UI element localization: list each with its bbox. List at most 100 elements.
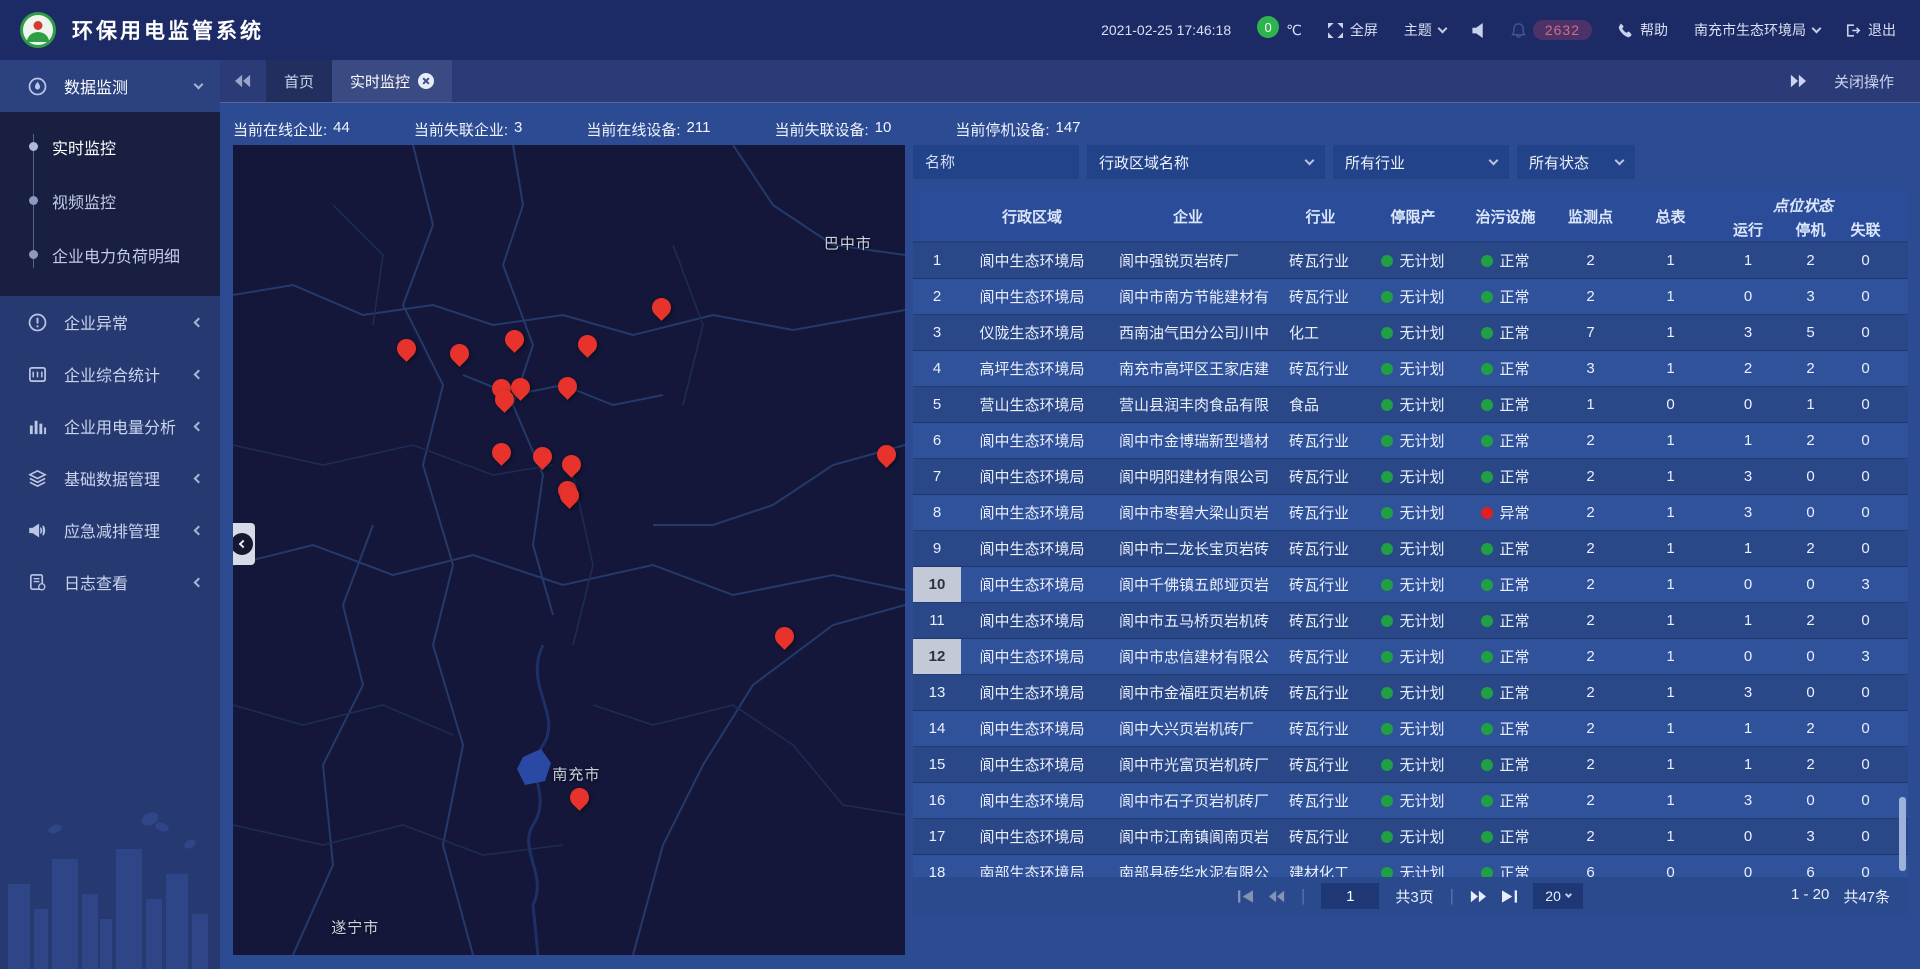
tab-home[interactable]: 首页 xyxy=(266,60,332,102)
logout-button[interactable]: 退出 xyxy=(1846,20,1896,40)
status-dot-green xyxy=(1381,363,1393,375)
facility-status-dot xyxy=(1481,255,1493,267)
sidebar-item-power-load-detail[interactable]: 企业电力负荷明细 xyxy=(0,228,220,282)
cell-stopped: 0 xyxy=(1783,639,1838,674)
status-dot-green xyxy=(1381,651,1393,663)
cell-stopped: 1 xyxy=(1783,387,1838,422)
table-row[interactable]: 3 仪陇生态环境局 西南油气田分公司川中 化工 无计划 正常 7 xyxy=(913,315,1908,351)
table-row[interactable]: 16 阆中生态环境局 阆中市石子页岩机砖厂 砖瓦行业 无计划 正常 2 xyxy=(913,783,1908,819)
last-page-button[interactable] xyxy=(1502,890,1517,903)
cell-disconnected: 0 xyxy=(1838,711,1893,746)
first-page-button[interactable] xyxy=(1238,890,1253,903)
map-pin[interactable] xyxy=(558,377,578,397)
map-pin[interactable] xyxy=(570,788,590,808)
sidebar-group-basic-data[interactable]: 基础数据管理 xyxy=(0,452,220,504)
map-panel[interactable]: 巴中市南充市遂宁市 xyxy=(233,145,905,955)
map-pin[interactable] xyxy=(562,455,582,475)
sidebar-item-video-monitoring[interactable]: 视频监控 xyxy=(0,174,220,228)
cell-stopped: 3 xyxy=(1783,819,1838,854)
table-row[interactable]: 9 阆中生态环境局 阆中市二龙长宝页岩砖 砖瓦行业 无计划 正常 2 xyxy=(913,531,1908,567)
table-row[interactable]: 18 南部生态环境局 南部县砖华水泥有限公 建材化工 无计划 正常 6 xyxy=(913,855,1908,877)
sidebar-item-realtime-monitoring[interactable]: 实时监控 xyxy=(0,120,220,174)
page-number-input[interactable] xyxy=(1321,883,1379,909)
map-pin[interactable] xyxy=(533,447,553,467)
name-search-input[interactable] xyxy=(913,145,1079,179)
table-row[interactable]: 1 阆中生态环境局 阆中强锐页岩砖厂 砖瓦行业 无计划 正常 2 xyxy=(913,243,1908,279)
table-row[interactable]: 11 阆中生态环境局 阆中市五马桥页岩机砖 砖瓦行业 无计划 正常 2 xyxy=(913,603,1908,639)
table-row[interactable]: 5 营山生态环境局 营山县润丰肉食品有限 食品 无计划 正常 1 xyxy=(913,387,1908,423)
close-operations-button[interactable]: 关闭操作 xyxy=(1834,71,1894,92)
table-row[interactable]: 4 高坪生态环境局 南充市高坪区王家店建 砖瓦行业 无计划 正常 3 xyxy=(913,351,1908,387)
cell-disconnected: 0 xyxy=(1838,531,1893,566)
tab-realtime-monitoring[interactable]: 实时监控 xyxy=(332,60,452,102)
tabs-scroll-left-button[interactable] xyxy=(220,60,266,102)
first-page-icon xyxy=(1238,890,1253,903)
cell-stopped: 0 xyxy=(1783,495,1838,530)
table-row[interactable]: 14 阆中生态环境局 阆中大兴页岩机砖厂 砖瓦行业 无计划 正常 2 xyxy=(913,711,1908,747)
cell-index: 16 xyxy=(913,783,961,818)
map-pin[interactable] xyxy=(652,298,672,318)
cell-monitor-points: 2 xyxy=(1553,639,1628,674)
status-select[interactable]: 所有状态 xyxy=(1517,145,1635,179)
last-page-icon xyxy=(1502,890,1517,903)
table-scrollbar[interactable] xyxy=(1899,797,1906,871)
sidebar-group-enterprise-abnormal[interactable]: 企业异常 xyxy=(0,296,220,348)
map-pin[interactable] xyxy=(492,443,512,463)
user-org-dropdown[interactable]: 南充市生态环境局 xyxy=(1694,20,1820,40)
sidebar-group-log-view[interactable]: 日志查看 xyxy=(0,556,220,608)
map-pin[interactable] xyxy=(560,486,580,506)
cell-pollution-facility: 正常 xyxy=(1458,855,1553,877)
map-pin[interactable] xyxy=(877,445,897,465)
sidebar-group-power-analysis[interactable]: 企业用电量分析 xyxy=(0,400,220,452)
cell-total-meter: 1 xyxy=(1628,495,1713,530)
table-row[interactable]: 17 阆中生态环境局 阆中市江南镇阆南页岩 砖瓦行业 无计划 正常 2 xyxy=(913,819,1908,855)
table-row[interactable]: 2 阆中生态环境局 阆中市南方节能建材有 砖瓦行业 无计划 正常 2 xyxy=(913,279,1908,315)
table-header: 行政区域 企业 行业 停限产 治污设施 监测点 总表 点位状态 运行 停机 失联 xyxy=(913,189,1908,243)
cell-industry: 砖瓦行业 xyxy=(1273,423,1368,458)
map-pin[interactable] xyxy=(397,339,417,359)
status-dot-green xyxy=(1381,759,1393,771)
cell-index: 17 xyxy=(913,819,961,854)
app-title: 环保用电监管系统 xyxy=(72,15,264,45)
cell-industry: 砖瓦行业 xyxy=(1273,675,1368,710)
map-pin[interactable] xyxy=(450,344,470,364)
double-chevron-right-icon[interactable] xyxy=(1790,74,1806,88)
map-pin[interactable] xyxy=(495,390,515,410)
cell-monitor-points: 2 xyxy=(1553,531,1628,566)
prev-page-button[interactable] xyxy=(1269,890,1285,903)
bar-chart-icon xyxy=(26,417,48,436)
industry-select[interactable]: 所有行业 xyxy=(1333,145,1509,179)
table-row[interactable]: 10 阆中生态环境局 阆中千佛镇五郎垭页岩 砖瓦行业 无计划 正常 2 xyxy=(913,567,1908,603)
sidebar-group-enterprise-statistics[interactable]: 企业综合统计 xyxy=(0,348,220,400)
sidebar-group-emergency-reduction[interactable]: 应急减排管理 xyxy=(0,504,220,556)
table-row[interactable]: 7 阆中生态环境局 阆中明阳建材有限公司 砖瓦行业 无计划 正常 2 xyxy=(913,459,1908,495)
sound-toggle[interactable] xyxy=(1472,23,1485,38)
table-row[interactable]: 15 阆中生态环境局 阆中市光富页岩机砖厂 砖瓦行业 无计划 正常 2 xyxy=(913,747,1908,783)
next-page-button[interactable] xyxy=(1470,890,1486,903)
table-row[interactable]: 6 阆中生态环境局 阆中市金博瑞新型墙材 砖瓦行业 无计划 正常 2 xyxy=(913,423,1908,459)
fullscreen-button[interactable]: 全屏 xyxy=(1328,20,1378,40)
map-pin[interactable] xyxy=(505,330,525,350)
monitor-gauge-icon xyxy=(26,77,48,96)
sidebar-group-data-monitoring[interactable]: 数据监测 xyxy=(0,60,220,112)
cell-total-meter: 0 xyxy=(1628,855,1713,877)
map-pin[interactable] xyxy=(775,627,795,647)
page-size-select[interactable]: 20 xyxy=(1533,883,1583,909)
theme-dropdown[interactable]: 主题 xyxy=(1404,20,1446,40)
cell-region: 阆中生态环境局 xyxy=(961,675,1103,710)
region-select[interactable]: 行政区域名称 xyxy=(1087,145,1325,179)
close-icon[interactable] xyxy=(418,73,434,89)
cell-disconnected: 0 xyxy=(1838,315,1893,350)
status-dot-green xyxy=(1381,399,1393,411)
cell-stopped: 2 xyxy=(1783,423,1838,458)
status-dot-green xyxy=(1381,435,1393,447)
table-row[interactable]: 12 阆中生态环境局 阆中市忠信建材有限公 砖瓦行业 无计划 正常 2 xyxy=(913,639,1908,675)
map-collapse-button[interactable] xyxy=(233,523,255,565)
table-row[interactable]: 8 阆中生态环境局 阆中市枣碧大梁山页岩 砖瓦行业 无计划 异常 2 xyxy=(913,495,1908,531)
help-button[interactable]: 帮助 xyxy=(1618,20,1668,40)
cell-monitor-points: 7 xyxy=(1553,315,1628,350)
table-row[interactable]: 13 阆中生态环境局 阆中市金福旺页岩机砖 砖瓦行业 无计划 正常 2 xyxy=(913,675,1908,711)
notification-area[interactable]: 2632 xyxy=(1511,20,1592,40)
stats-bar: 当前在线企业: 44 当前失联企业: 3 当前在线设备: 211 当前失联设备:… xyxy=(233,115,1908,143)
map-pin[interactable] xyxy=(578,335,598,355)
